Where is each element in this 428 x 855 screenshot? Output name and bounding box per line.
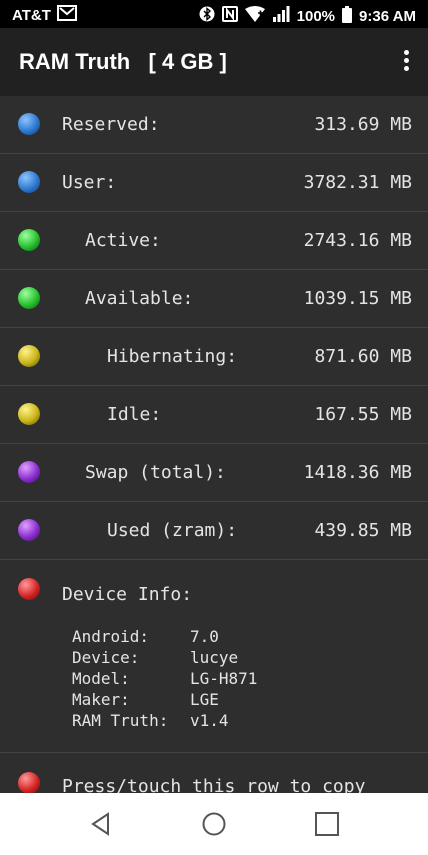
info-key: Device:	[72, 648, 140, 667]
signal-icon	[272, 6, 290, 26]
row-value: 1039.15 MB	[303, 288, 412, 309]
clock: 9:36 AM	[359, 7, 416, 25]
memory-row-user[interactable]: User: 3782.31 MB	[0, 154, 428, 212]
row-label: Idle:	[107, 404, 162, 425]
device-info-table: Android: 7.0 Device: lucye Model: LG-H871 M…	[72, 626, 257, 731]
memory-row-idle[interactable]: Idle: 167.55 MB	[0, 386, 428, 444]
memory-list: Reserved: 313.69 MB User: 3782.31 MB Act…	[0, 96, 428, 793]
device-info-row[interactable]: Device Info: Android: 7.0 Device: lucye Mo…	[0, 560, 428, 753]
row-value: 439.85 MB	[314, 520, 412, 541]
info-value: LGE	[190, 690, 219, 709]
row-label: Active:	[85, 230, 161, 251]
copy-row[interactable]: Press/touch this row to copy	[0, 752, 428, 793]
info-key: Android:	[72, 627, 150, 646]
memory-row-reserved[interactable]: Reserved: 313.69 MB	[0, 96, 428, 154]
info-value: LG-H871	[190, 669, 258, 688]
info-line-ram-truth: RAM Truth: v1.4	[72, 710, 257, 731]
app-title: RAM Truth [ 4 GB ]	[19, 49, 227, 74]
info-line-android: Android: 7.0	[72, 626, 257, 647]
info-key: RAM Truth:	[72, 711, 169, 730]
yellow-dot-icon	[18, 345, 40, 367]
memory-row-used-zram[interactable]: Used (zram): 439.85 MB	[0, 502, 428, 560]
row-label: Swap (total):	[85, 462, 226, 483]
nfc-icon	[221, 5, 238, 27]
red-dot-icon	[18, 772, 40, 793]
memory-row-available[interactable]: Available: 1039.15 MB	[0, 270, 428, 328]
row-value: 871.60 MB	[314, 346, 412, 367]
info-key: Maker:	[72, 690, 130, 709]
red-dot-icon	[18, 578, 40, 600]
green-dot-icon	[18, 229, 40, 251]
info-line-model: Model: LG-H871	[72, 668, 257, 689]
row-value: 1418.36 MB	[303, 462, 412, 483]
row-value: 313.69 MB	[314, 114, 412, 135]
message-icon	[56, 5, 77, 25]
info-key: Model:	[72, 669, 130, 688]
bluetooth-icon	[199, 5, 215, 27]
row-label: User:	[62, 172, 117, 193]
wifi-icon	[244, 6, 265, 26]
battery-percent: 100%	[296, 7, 336, 25]
green-dot-icon	[18, 287, 40, 309]
recents-icon[interactable]	[312, 809, 342, 839]
row-label: Available:	[85, 288, 194, 309]
home-icon[interactable]	[199, 809, 229, 839]
navigation-bar	[0, 793, 428, 855]
row-label: Reserved:	[62, 114, 160, 135]
row-label: Used (zram):	[107, 520, 238, 541]
info-value: 7.0	[190, 627, 219, 646]
memory-row-hibernating[interactable]: Hibernating: 871.60 MB	[0, 328, 428, 386]
info-line-device: Device: lucye	[72, 647, 257, 668]
row-value: 167.55 MB	[314, 404, 412, 425]
status-bar: AT&T 100% 9:36 AM	[0, 0, 428, 28]
back-icon[interactable]	[86, 809, 116, 839]
info-value: v1.4	[190, 711, 229, 730]
carrier-label: AT&T	[12, 6, 51, 24]
battery-icon	[342, 5, 353, 27]
app-bar: RAM Truth [ 4 GB ]	[0, 28, 428, 96]
memory-row-swap-total[interactable]: Swap (total): 1418.36 MB	[0, 444, 428, 502]
row-label: Hibernating:	[107, 346, 238, 367]
info-line-maker: Maker: LGE	[72, 689, 257, 710]
copy-row-label: Press/touch this row to copy	[62, 776, 366, 793]
yellow-dot-icon	[18, 403, 40, 425]
row-value: 3782.31 MB	[303, 172, 412, 193]
row-value: 2743.16 MB	[303, 230, 412, 251]
blue-dot-icon	[18, 113, 40, 135]
blue-dot-icon	[18, 171, 40, 193]
overflow-menu-icon[interactable]	[398, 50, 414, 76]
purple-dot-icon	[18, 519, 40, 541]
purple-dot-icon	[18, 461, 40, 483]
info-value: lucye	[190, 648, 239, 667]
memory-row-active[interactable]: Active: 2743.16 MB	[0, 212, 428, 270]
device-info-label: Device Info:	[62, 584, 193, 605]
